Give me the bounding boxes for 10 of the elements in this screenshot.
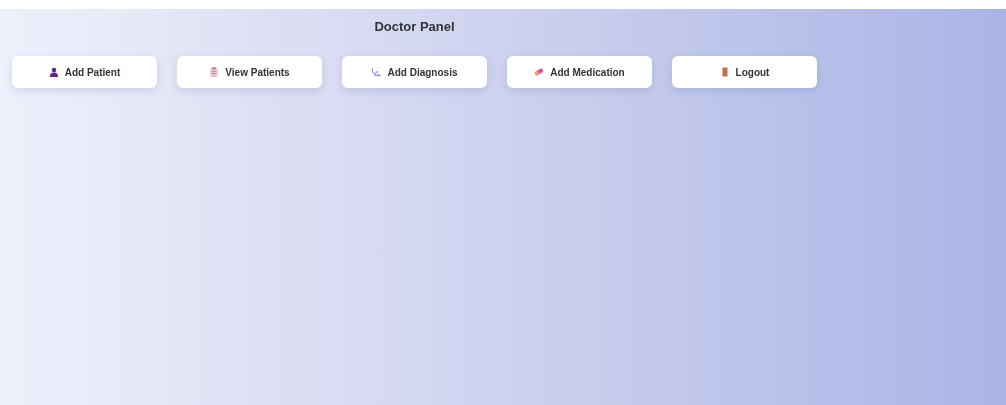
nav-button[interactable]: Add Patient [12,56,157,88]
clipboard-icon [209,67,220,77]
nav-button[interactable]: Add Medication [507,56,652,88]
nav-button[interactable]: Logout [672,56,817,88]
nav-button[interactable]: View Patients [177,56,322,88]
page-title: Doctor Panel [374,19,455,34]
pill-icon [534,67,545,77]
stethoscope-icon [371,67,382,77]
nav-button[interactable]: Add Diagnosis [342,56,487,88]
person-icon [48,67,59,77]
